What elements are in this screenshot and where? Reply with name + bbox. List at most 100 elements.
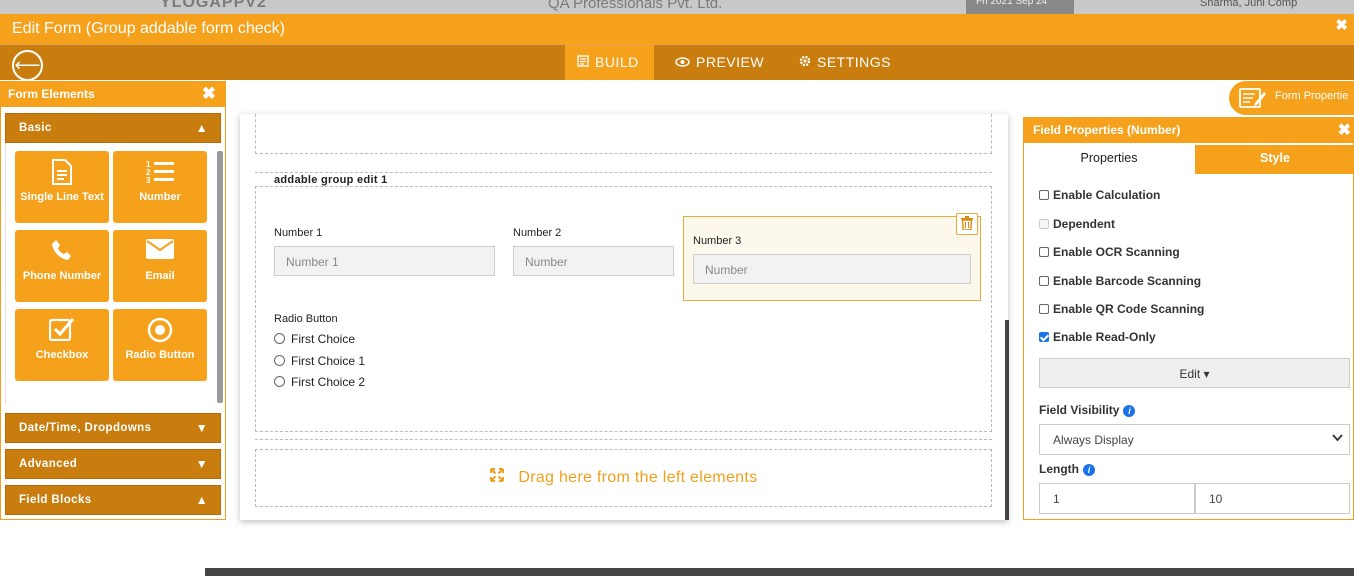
accordion-basic[interactable]: Basic ▲ xyxy=(5,113,221,143)
back-arrow-icon[interactable]: ⟵ xyxy=(12,50,43,81)
tab-settings[interactable]: SETTINGS xyxy=(787,45,903,80)
bottom-scrollbar[interactable] xyxy=(205,568,1354,576)
element-label: Radio Button xyxy=(125,349,195,361)
checkbox-label: Enable Barcode Scanning xyxy=(1053,274,1202,288)
modal-titlebar: Edit Form (Group addable form check) ✖ xyxy=(0,14,1354,44)
field-properties-title: Field Properties (Number) xyxy=(1033,123,1181,137)
element-phone-number[interactable]: Phone Number xyxy=(15,230,109,302)
radio-option[interactable]: First Choice xyxy=(274,332,355,346)
drop-zone[interactable]: Drag here from the left elements xyxy=(255,449,992,507)
length-max-input[interactable]: 10 xyxy=(1195,483,1350,514)
canvas-scrollbar[interactable] xyxy=(1005,320,1009,520)
chevron-down-icon: ▼ xyxy=(195,421,208,435)
element-number[interactable]: 123 Number xyxy=(113,151,207,223)
number-1-input[interactable]: Number 1 xyxy=(274,246,495,276)
field-visibility-label: Field Visibility i xyxy=(1039,403,1136,417)
length-min-input[interactable]: 1 xyxy=(1039,483,1195,514)
element-checkbox[interactable]: Checkbox xyxy=(15,309,109,381)
chevron-up-icon: ▲ xyxy=(195,121,208,135)
panel-close-icon[interactable]: ✖ xyxy=(202,84,216,104)
element-label: Number xyxy=(139,191,181,203)
chevron-up-icon: ▲ xyxy=(195,493,208,507)
enable-qr-code-scanning-checkbox[interactable]: Enable QR Code Scanning xyxy=(1039,302,1204,316)
checkbox-box[interactable] xyxy=(1039,304,1049,314)
accordion-label: Date/Time, Dropdowns xyxy=(19,422,152,434)
tab-build[interactable]: BUILD xyxy=(565,45,654,80)
panel-close-icon[interactable]: ✖ xyxy=(1338,120,1351,140)
accordion-date-time-dropdowns[interactable]: Date/Time, Dropdowns ▼ xyxy=(5,413,221,443)
phone-icon xyxy=(15,230,109,270)
document-icon xyxy=(15,151,109,191)
length-label-text: Length xyxy=(1039,462,1079,476)
trash-icon[interactable] xyxy=(956,213,978,235)
checkbox-box[interactable] xyxy=(1039,190,1049,200)
field-properties-panel: Field Properties (Number) ✖ Properties S… xyxy=(1023,117,1354,520)
edit-dropdown-button[interactable]: Edit ▾ xyxy=(1039,358,1350,388)
accordion-field-blocks[interactable]: Field Blocks ▲ xyxy=(5,485,221,515)
form-elements-panel: Form Elements ✖ Basic ▲ Single Line Text… xyxy=(0,81,226,520)
drop-zone-text: Drag here from the left elements xyxy=(518,469,758,486)
envelope-icon xyxy=(113,230,207,270)
modal-close-icon[interactable]: ✖ xyxy=(1335,16,1348,34)
form-properties-button[interactable]: Form Propertie xyxy=(1229,81,1354,115)
gear-icon xyxy=(799,45,811,80)
field-visibility-label-text: Field Visibility xyxy=(1039,403,1120,417)
field-visibility-select[interactable]: Always Display xyxy=(1039,424,1350,455)
enable-read-only-checkbox[interactable]: Enable Read-Only xyxy=(1039,330,1156,344)
accordion-label: Advanced xyxy=(19,458,78,470)
tab-properties[interactable]: Properties xyxy=(1024,143,1194,174)
properties-tabs: Properties Style xyxy=(1024,143,1354,174)
number-2-input[interactable]: Number xyxy=(513,246,674,276)
length-label: Length i xyxy=(1039,462,1095,476)
element-radio-button[interactable]: Radio Button xyxy=(113,309,207,381)
svg-text:3: 3 xyxy=(146,176,151,185)
form-elements-title: Form Elements xyxy=(8,87,95,101)
tab-preview[interactable]: PREVIEW xyxy=(663,45,776,80)
number-3-input[interactable]: Number xyxy=(693,254,971,284)
checkbox-box xyxy=(1039,219,1049,229)
tab-settings-label: SETTINGS xyxy=(817,54,892,70)
checkbox-label: Enable Calculation xyxy=(1053,188,1161,202)
element-email[interactable]: Email xyxy=(113,230,207,302)
checkbox-label: Enable Read-Only xyxy=(1053,330,1156,344)
radio-option[interactable]: First Choice 1 xyxy=(274,354,365,368)
radio-option[interactable]: First Choice 2 xyxy=(274,375,365,389)
editor-tab-bar: ⟵ BUILD PREVIEW SETTINGS xyxy=(0,44,1354,81)
checkbox-box-checked[interactable] xyxy=(1039,332,1049,342)
radio-group-label: Radio Button xyxy=(274,313,338,325)
radio-icon xyxy=(113,309,207,349)
info-icon[interactable]: i xyxy=(1083,464,1095,476)
tab-style[interactable]: Style xyxy=(1195,145,1354,174)
enable-barcode-scanning-checkbox[interactable]: Enable Barcode Scanning xyxy=(1039,274,1201,288)
checkbox-box[interactable] xyxy=(1039,247,1049,257)
checkbox-icon xyxy=(15,309,109,349)
checkbox-box[interactable] xyxy=(1039,276,1049,286)
radio-circle-icon xyxy=(274,376,285,387)
enable-ocr-scanning-checkbox[interactable]: Enable OCR Scanning xyxy=(1039,245,1180,259)
numbered-list-icon: 123 xyxy=(113,151,207,191)
field-label-number-3: Number 3 xyxy=(693,235,742,247)
radio-option-label: First Choice xyxy=(291,332,356,346)
group-label: addable group edit 1 xyxy=(274,174,388,186)
radio-option-label: First Choice 2 xyxy=(291,375,366,389)
checkbox-label: Enable OCR Scanning xyxy=(1053,245,1180,259)
radio-option-label: First Choice 1 xyxy=(291,354,366,368)
group-bottom-divider xyxy=(255,432,992,440)
modal-title: Edit Form (Group addable form check) xyxy=(12,20,285,37)
field-label-number-1: Number 1 xyxy=(274,227,323,239)
background-company-name: QA Professionals Pvt. Ltd. xyxy=(548,0,723,12)
accordion-advanced[interactable]: Advanced ▼ xyxy=(5,449,221,479)
background-user-name: Sharma, Juhi Comp xyxy=(1200,0,1298,9)
element-label: Checkbox xyxy=(35,349,89,361)
element-single-line-text[interactable]: Single Line Text xyxy=(15,151,109,223)
selected-field-number-3[interactable]: Number 3 Number xyxy=(683,213,981,301)
form-edit-icon xyxy=(1239,87,1267,112)
accordion-label: Field Blocks xyxy=(19,494,92,506)
radio-circle-icon xyxy=(274,333,285,344)
form-elements-header: Form Elements ✖ xyxy=(1,82,225,107)
info-icon[interactable]: i xyxy=(1123,405,1136,417)
checkbox-label: Dependent xyxy=(1053,217,1116,231)
enable-calculation-checkbox[interactable]: Enable Calculation xyxy=(1039,188,1160,202)
elements-scrollbar[interactable] xyxy=(217,151,223,403)
form-canvas: addable group edit 1 Number 1 Number 1 N… xyxy=(240,114,1008,520)
